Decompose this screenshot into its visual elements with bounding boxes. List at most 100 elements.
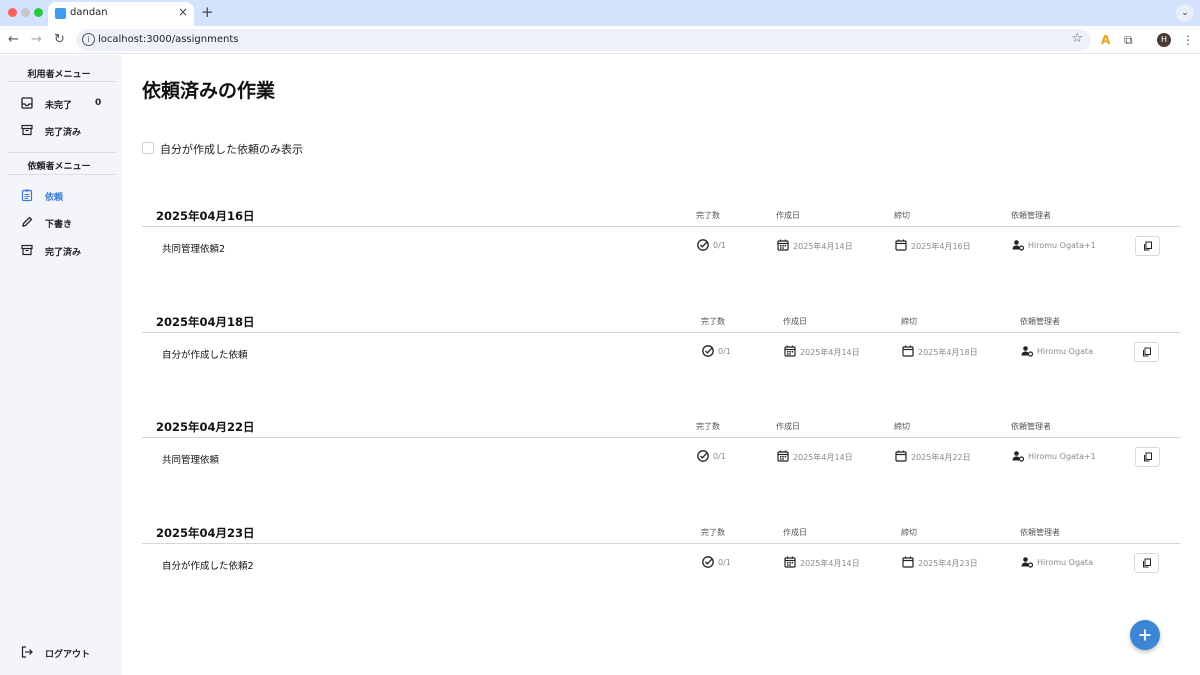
date-group: 2025年04月23日 完了数 作成日 締切 依頼管理者 自分が作成した依頼2 0/1 202… [142, 525, 1180, 595]
check-circle-icon [702, 345, 714, 357]
copy-icon [1143, 558, 1151, 568]
sidebar: 利用者メニュー 未完了 0 完了済み 依頼者メニュー 依頼 下書き 完了済み ロ… [0, 55, 122, 675]
column-header-created: 作成日 [783, 317, 807, 326]
user-menu-title: 利用者メニュー [27, 70, 91, 80]
request-name[interactable]: 自分が作成した依頼 [162, 347, 248, 361]
browser-tab-bar: dandan × + ⌄ [0, 0, 1200, 26]
check-circle-icon [702, 556, 714, 568]
extensions-puzzle-icon[interactable]: ⧉ [1124, 32, 1133, 48]
column-header-created: 作成日 [783, 528, 807, 537]
own-requests-checkbox[interactable] [142, 142, 154, 154]
browser-menu-icon[interactable]: ⋮ [1182, 32, 1194, 48]
column-header-done: 完了数 [696, 211, 720, 220]
column-header-created: 作成日 [776, 211, 800, 220]
divider [8, 152, 116, 153]
done-count: 0/1 [718, 558, 731, 567]
user-manager-icon [1021, 557, 1034, 568]
tab-title: dandan [70, 7, 108, 18]
done-count: 0/1 [713, 452, 726, 461]
plus-icon [1139, 629, 1151, 641]
copy-request-button[interactable] [1135, 447, 1160, 467]
logout-label: ログアウト [45, 650, 91, 660]
done-count: 0/1 [718, 347, 731, 356]
archive-icon [21, 124, 33, 136]
new-tab-icon[interactable]: + [201, 3, 214, 21]
sidebar-item-requester-completed[interactable]: 完了済み [0, 240, 118, 264]
date-group: 2025年04月16日 完了数 作成日 締切 依頼管理者 共同管理依頼2 0/1 2025年4… [142, 208, 1180, 278]
request-name[interactable]: 共同管理依頼 [162, 452, 219, 466]
tab-close-icon[interactable]: × [178, 5, 188, 19]
copy-request-button[interactable] [1135, 236, 1160, 256]
sidebar-item-incomplete[interactable]: 未完了 0 [0, 93, 118, 117]
request-name[interactable]: 自分が作成した依頼2 [162, 558, 254, 572]
url-text[interactable]: localhost:3000/assignments [98, 34, 238, 45]
sidebar-item-user-completed[interactable]: 完了済み [0, 120, 118, 144]
date-group: 2025年04月22日 完了数 作成日 締切 依頼管理者 共同管理依頼 0/1 2025年4月… [142, 419, 1180, 489]
logout-button[interactable]: ログアウト [0, 642, 118, 666]
user-manager-icon [1012, 451, 1025, 462]
check-circle-icon [697, 450, 709, 462]
browser-toolbar: ← → ↻ i localhost:3000/assignments ☆ A ⧉… [0, 26, 1200, 54]
add-request-button[interactable] [1130, 620, 1160, 650]
incomplete-count: 0 [95, 98, 102, 108]
request-name[interactable]: 共同管理依頼2 [162, 241, 225, 255]
browser-tab[interactable]: dandan × [48, 2, 194, 26]
sidebar-item-label: 下書き [45, 220, 73, 230]
divider [8, 174, 116, 175]
maximize-window-button[interactable] [34, 8, 43, 17]
bookmark-star-icon[interactable]: ☆ [1071, 31, 1083, 46]
reload-icon[interactable]: ↻ [54, 31, 65, 49]
calendar-icon [777, 450, 789, 462]
group-date: 2025年04月18日 [156, 315, 255, 329]
deadline-date: 2025年4月23日 [918, 559, 978, 568]
clipboard-icon [21, 189, 33, 202]
manager-name: Hiromu Ogata+1 [1028, 452, 1096, 461]
calendar-icon [784, 345, 796, 357]
page-title: 依頼済みの作業 [142, 80, 276, 102]
minimize-window-button[interactable] [21, 8, 30, 17]
site-info-icon[interactable]: i [82, 33, 95, 46]
extension-icon[interactable]: A [1101, 32, 1110, 48]
calendar-deadline-icon [895, 239, 907, 251]
sidebar-item-requests[interactable]: 依頼 [0, 185, 118, 209]
created-date: 2025年4月14日 [800, 559, 860, 568]
address-bar[interactable]: i localhost:3000/assignments ☆ [76, 29, 1091, 51]
column-header-deadline: 締切 [901, 317, 917, 326]
user-manager-icon [1021, 346, 1034, 357]
column-header-deadline: 締切 [901, 528, 917, 537]
forward-icon[interactable]: → [31, 31, 42, 49]
divider [142, 437, 1180, 438]
calendar-deadline-icon [902, 345, 914, 357]
requester-menu-title: 依頼者メニュー [27, 162, 91, 172]
copy-request-button[interactable] [1134, 553, 1159, 573]
column-header-done: 完了数 [701, 528, 725, 537]
calendar-icon [777, 239, 789, 251]
sidebar-item-drafts[interactable]: 下書き [0, 212, 118, 236]
close-window-button[interactable] [8, 8, 17, 17]
manager-name: Hiromu Ogata+1 [1028, 241, 1096, 250]
main-content: 依頼済みの作業 自分が作成した依頼のみ表示 2025年04月16日 完了数 作成日締… [122, 55, 1200, 675]
divider [8, 81, 116, 82]
column-header-created: 作成日 [776, 422, 800, 431]
divider [142, 226, 1180, 227]
sidebar-item-label: 依頼 [45, 193, 64, 203]
date-group: 2025年04月18日 完了数 作成日 締切 依頼管理者 自分が作成した依頼 0/1 2025… [142, 314, 1180, 384]
column-header-done: 完了数 [701, 317, 725, 326]
column-header-done: 完了数 [696, 422, 720, 431]
back-icon[interactable]: ← [8, 31, 19, 49]
column-header-manager: 依頼管理者 [1020, 528, 1060, 537]
own-requests-filter-label[interactable]: 自分が作成した依頼のみ表示 [160, 141, 303, 157]
tab-search-icon[interactable]: ⌄ [1176, 4, 1194, 22]
divider [142, 332, 1180, 333]
manager-name: Hiromu Ogata [1037, 347, 1093, 356]
sidebar-item-label: 完了済み [45, 248, 82, 258]
copy-icon [1143, 347, 1151, 357]
logout-icon [21, 646, 33, 658]
calendar-deadline-icon [895, 450, 907, 462]
column-header-manager: 依頼管理者 [1020, 317, 1060, 326]
profile-avatar[interactable]: H [1157, 33, 1171, 47]
group-date: 2025年04月22日 [156, 420, 255, 434]
copy-request-button[interactable] [1134, 342, 1159, 362]
inbox-icon [21, 97, 33, 109]
column-header-deadline: 締切 [894, 422, 910, 431]
